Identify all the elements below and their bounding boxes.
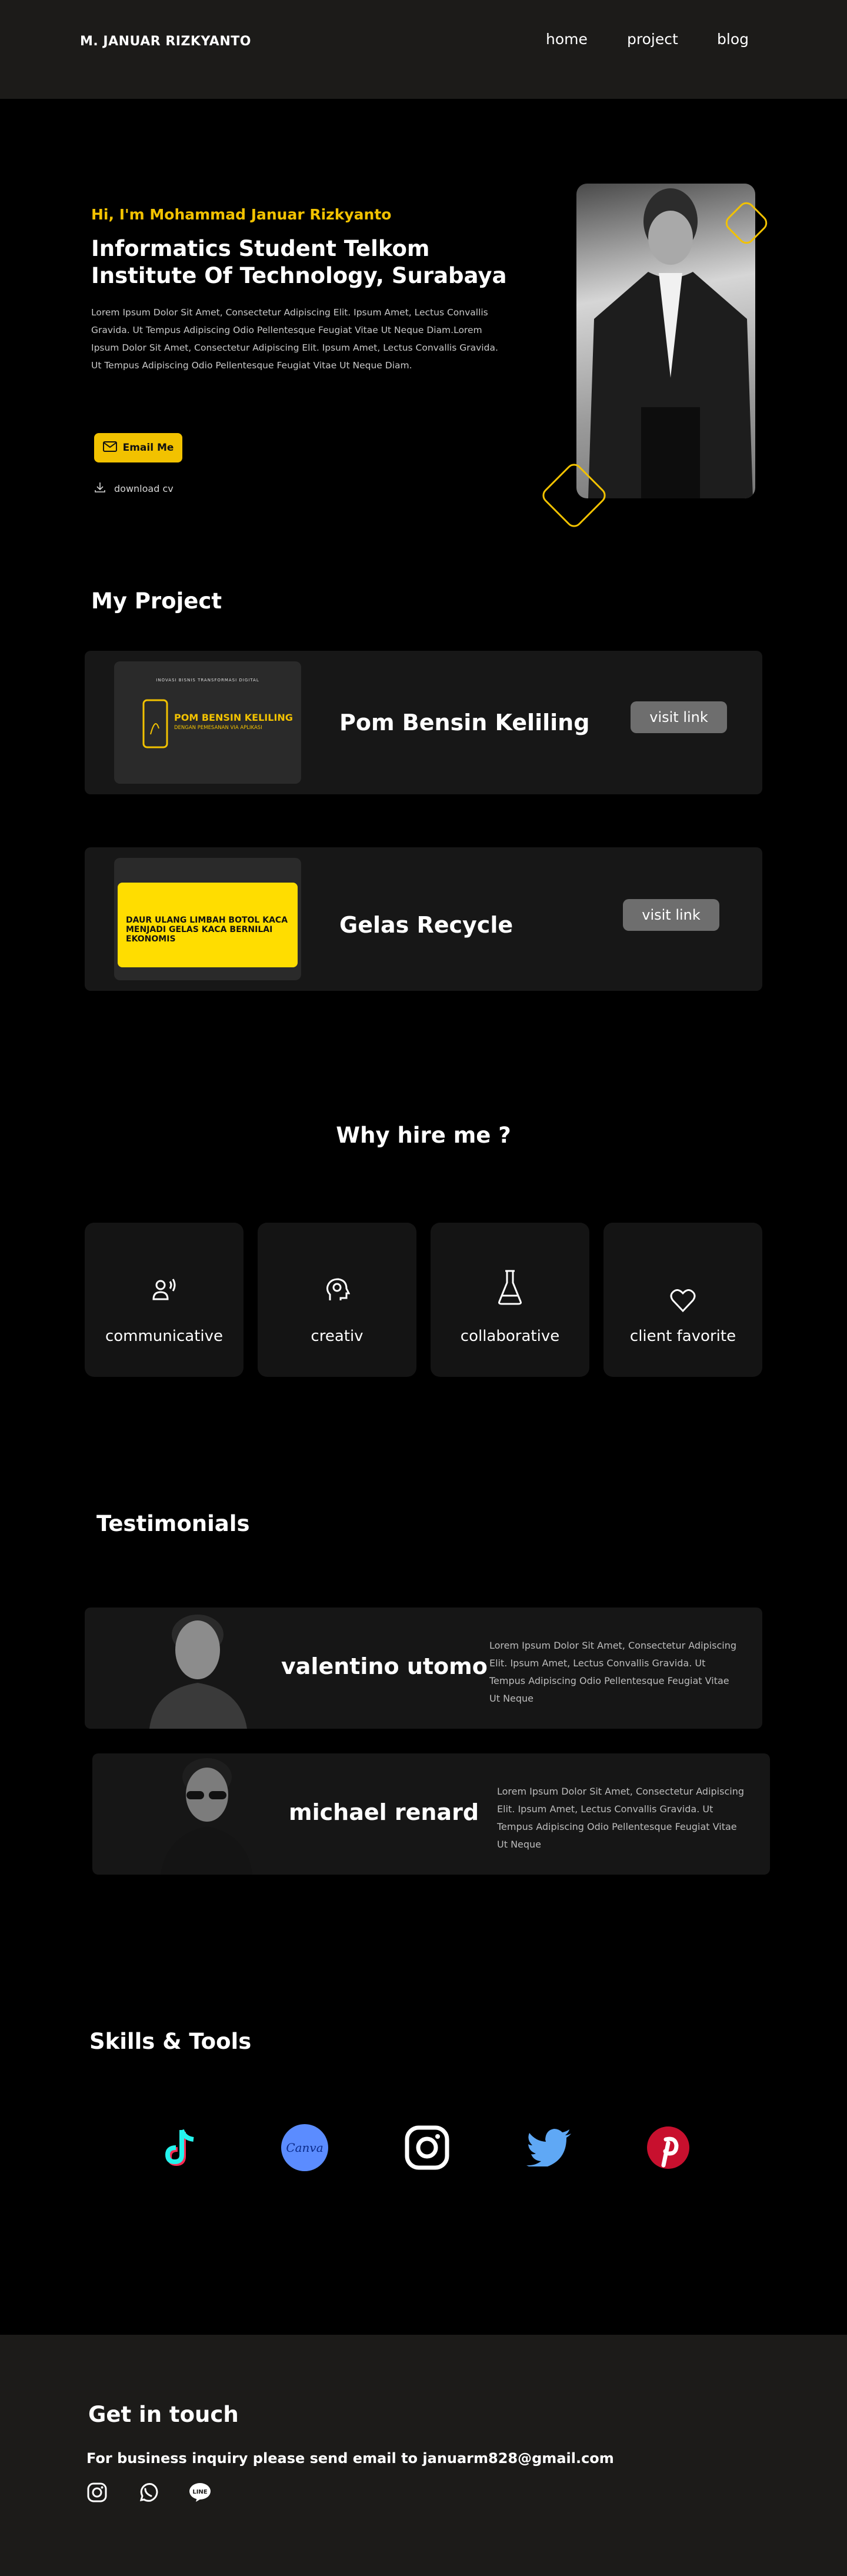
line-wordmark: LINE [192, 2489, 207, 2495]
brand-name[interactable]: M. JANUAR RIZKYANTO [80, 34, 251, 49]
download-cv-label: download cv [114, 482, 174, 494]
instagram-icon[interactable] [404, 2124, 451, 2171]
testimonials-title: Testimonials [96, 1511, 250, 1536]
page: M. JANUAR RIZKYANTO home project blog Hi… [0, 0, 847, 2576]
avatar [116, 1753, 263, 1875]
canva-wordmark: Canva [286, 2141, 323, 2155]
why-card-creativ[interactable]: creativ [258, 1223, 416, 1377]
thumbnail-title: POM BENSIN KELILING [174, 712, 293, 723]
footer-title: Get in touch [88, 2402, 239, 2427]
project-name: Gelas Recycle [339, 912, 513, 938]
email-me-label: Email Me [122, 442, 174, 454]
pinterest-icon[interactable] [645, 2124, 692, 2171]
site-footer: Get in touch For business inquiry please… [0, 2335, 847, 2576]
project-thumbnail: DAUR ULANG LIMBAH BOTOL KACA MENJADI GEL… [114, 858, 301, 980]
hero-description: Lorem Ipsum Dolor Sit Amet, Consectetur … [91, 307, 498, 371]
testimonial-quote: Lorem Ipsum Dolor Sit Amet, Consectetur … [497, 1786, 744, 1850]
project-thumbnail: INOVASI BISNIS TRANSFORMASI DIGITAL POM … [114, 661, 301, 784]
thumbnail-title: DAUR ULANG LIMBAH BOTOL KACA MENJADI GEL… [126, 916, 288, 944]
testimonial-card: valentino utomo Lorem Ipsum Dolor Sit Am… [85, 1607, 762, 1729]
nav-home[interactable]: home [546, 31, 588, 48]
why-label: client favorite [629, 1327, 736, 1345]
flask-icon [431, 1270, 589, 1306]
testimonial-name: michael renard [289, 1799, 479, 1825]
heart-icon [603, 1277, 762, 1313]
testimonial-name: valentino utomo [281, 1653, 488, 1679]
twitter-icon[interactable] [526, 2124, 573, 2171]
hero-portrait [576, 184, 755, 498]
hero-greeting: Hi, I'm Mohammad Januar Rizkyanto [91, 206, 392, 223]
footer-contact-text: For business inquiry please send email t… [86, 2450, 614, 2467]
mail-icon [102, 441, 117, 455]
canva-icon[interactable]: Canva [281, 2124, 328, 2171]
site-header: M. JANUAR RIZKYANTO home project blog [0, 0, 847, 99]
download-icon [94, 481, 106, 495]
why-label: collaborative [460, 1327, 560, 1345]
hero-title: Informatics Student Telkom Institute Of … [91, 236, 507, 288]
nav-blog[interactable]: blog [717, 31, 749, 48]
why-card-communicative[interactable]: communicative [85, 1223, 244, 1377]
nav-project[interactable]: project [627, 31, 678, 48]
visit-link-button[interactable]: visit link [631, 701, 727, 733]
email-me-button[interactable]: Email Me [94, 433, 182, 462]
instagram-icon[interactable] [85, 2481, 109, 2504]
phone-icon [142, 699, 168, 748]
why-card-collaborative[interactable]: collaborative [431, 1223, 589, 1377]
testimonial-card: michael renard Lorem Ipsum Dolor Sit Ame… [92, 1753, 770, 1875]
thumbnail-subtitle: DENGAN PEMESANAN VIA APLIKASI [174, 725, 262, 731]
project-name: Pom Bensin Keliling [339, 710, 590, 735]
why-card-client-favorite[interactable]: client favorite [603, 1223, 762, 1377]
avatar [108, 1607, 255, 1729]
download-cv-link[interactable]: download cv [94, 481, 174, 495]
why-label: creativ [311, 1327, 364, 1345]
project-card: INOVASI BISNIS TRANSFORMASI DIGITAL POM … [85, 651, 762, 794]
project-card: DAUR ULANG LIMBAH BOTOL KACA MENJADI GEL… [85, 847, 762, 991]
speaking-person-icon [85, 1277, 244, 1303]
head-gear-icon [258, 1277, 416, 1303]
whatsapp-icon[interactable] [136, 2481, 160, 2504]
projects-title: My Project [91, 588, 222, 614]
why-label: communicative [105, 1327, 224, 1345]
skills-title: Skills & Tools [89, 2029, 252, 2054]
visit-link-button[interactable]: visit link [623, 899, 719, 931]
thumbnail-caption: INOVASI BISNIS TRANSFORMASI DIGITAL [156, 678, 259, 683]
why-hire-title: Why hire me ? [336, 1123, 511, 1148]
tiktok-icon[interactable] [157, 2124, 204, 2171]
testimonial-quote: Lorem Ipsum Dolor Sit Amet, Consectetur … [489, 1640, 736, 1704]
line-icon[interactable]: LINE [188, 2481, 212, 2504]
